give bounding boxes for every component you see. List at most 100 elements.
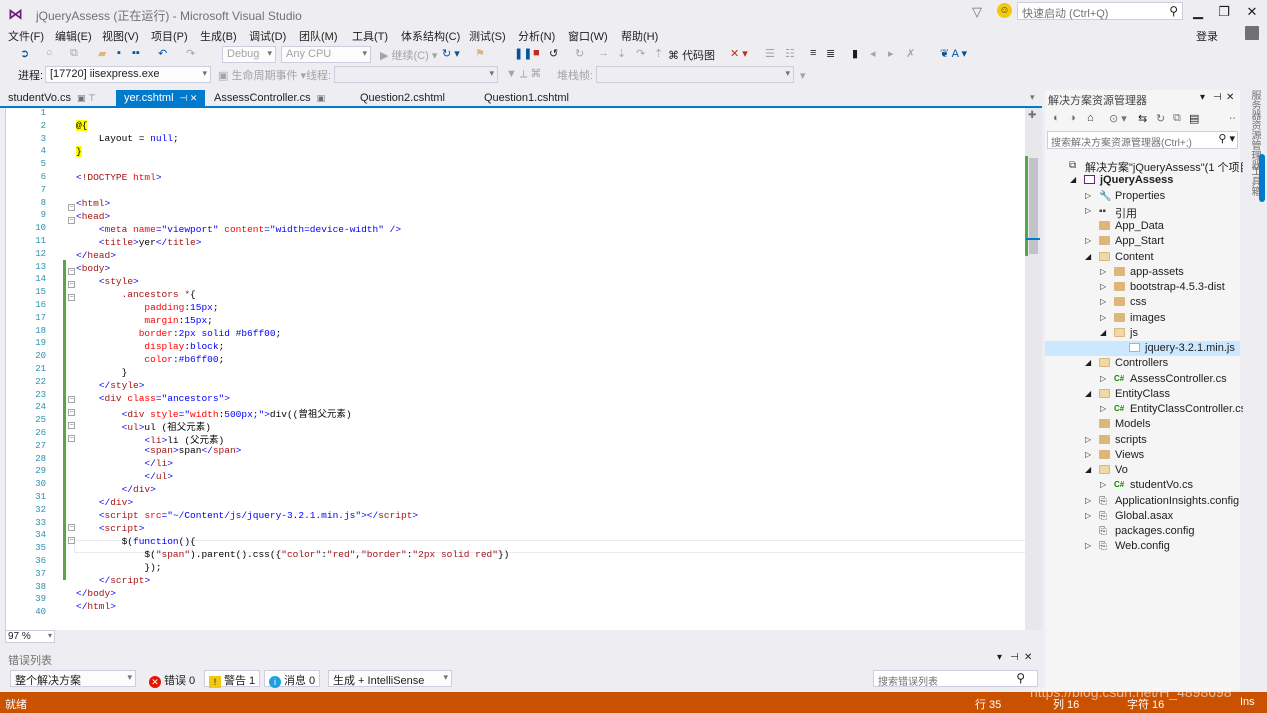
lifecycle-events-button[interactable]: ▣ 生命周期事件 ▾: [218, 67, 306, 83]
collapsed-arrow-icon[interactable]: ▷: [1100, 404, 1106, 413]
back-icon[interactable]: ◐: [1053, 112, 1060, 124]
collapse-all-icon[interactable]: ⧉: [1173, 112, 1181, 125]
pending-changes-icon[interactable]: ⊙ ▾: [1109, 112, 1127, 125]
next-bookmark-icon[interactable]: ▸: [888, 47, 894, 60]
solution-configuration-dropdown[interactable]: Debug: [222, 46, 276, 63]
tab-yer-cshtml[interactable]: yer.cshtml ⊣ ✕: [116, 90, 206, 107]
undo-icon[interactable]: ↶: [158, 47, 167, 60]
expanded-arrow-icon[interactable]: ◢: [1070, 175, 1076, 184]
process-dropdown[interactable]: [17720] iisexpress.exe: [45, 66, 211, 83]
tree-item[interactable]: ▷ ⎘ Global.asax: [1045, 509, 1240, 524]
quick-launch-input[interactable]: 快速启动 (Ctrl+Q) ⚲: [1017, 2, 1183, 20]
collapsed-arrow-icon[interactable]: ▷: [1085, 236, 1091, 245]
collapsed-arrow-icon[interactable]: ▷: [1085, 496, 1091, 505]
bookmark-icon[interactable]: ▮: [852, 47, 858, 60]
tree-item[interactable]: ▷ 🔧 Properties: [1045, 189, 1240, 204]
fold-toggle-icon[interactable]: −: [68, 524, 75, 531]
sign-in-link[interactable]: 登录: [1196, 28, 1218, 44]
user-avatar-icon[interactable]: [1245, 26, 1259, 40]
open-file-icon[interactable]: ▰: [98, 47, 106, 60]
tree-item[interactable]: ▷ C# AssessController.cs: [1045, 372, 1240, 387]
more-icon[interactable]: ⋅⋅: [1229, 112, 1236, 125]
tree-item[interactable]: ◢ js: [1045, 326, 1240, 341]
panel-options-icon[interactable]: ▾: [997, 652, 1002, 663]
sync-icon[interactable]: ⇆: [1138, 112, 1147, 125]
collapsed-arrow-icon[interactable]: ▷: [1100, 297, 1106, 306]
menu-build[interactable]: 生成(B): [200, 28, 237, 44]
forward-icon[interactable]: ◑: [1069, 112, 1076, 124]
collapsed-arrow-icon[interactable]: ▷: [1085, 191, 1091, 200]
fold-toggle-icon[interactable]: −: [68, 294, 75, 301]
flag-thread-icon[interactable]: ▼ ⟂ ⌘: [506, 67, 541, 81]
tree-item[interactable]: ▷ css: [1045, 295, 1240, 310]
menu-team[interactable]: 团队(M): [299, 28, 338, 44]
fold-toggle-icon[interactable]: −: [68, 537, 75, 544]
tree-item[interactable]: ▷ Views: [1045, 448, 1240, 463]
solution-search-input[interactable]: 搜索解决方案资源管理器(Ctrl+;) ⚲ ▾: [1047, 131, 1238, 149]
collapsed-arrow-icon[interactable]: ▷: [1100, 282, 1106, 291]
fold-toggle-icon[interactable]: −: [68, 268, 75, 275]
spell-check-icon[interactable]: ❦ A ▾: [940, 47, 967, 60]
editor-vertical-scrollbar[interactable]: ✚: [1025, 108, 1042, 630]
tree-item[interactable]: ⧉ 解决方案"jQueryAssess"(1 个项目): [1045, 158, 1254, 174]
expanded-arrow-icon[interactable]: ◢: [1100, 328, 1106, 337]
menu-test[interactable]: 测试(S): [469, 28, 506, 44]
panel-options-icon[interactable]: ▾: [1200, 92, 1205, 103]
expanded-arrow-icon[interactable]: ◢: [1085, 389, 1091, 398]
tree-item[interactable]: ▷ bootstrap-4.5.3-dist: [1045, 280, 1240, 295]
code-editor[interactable]: 1 2 3 4 5 6 7 8 9 10 11 12 13 14 15 16 17 18 19 20 21 22 23 24 2…: [5, 108, 1042, 630]
collapsed-arrow-icon[interactable]: ▷: [1100, 267, 1106, 276]
fold-toggle-icon[interactable]: −: [68, 396, 75, 403]
tree-item[interactable]: Models: [1045, 417, 1240, 432]
expanded-arrow-icon[interactable]: ◢: [1085, 252, 1091, 261]
tree-item[interactable]: ▷ app-assets: [1045, 265, 1240, 280]
prev-bookmark-icon[interactable]: ◂: [870, 47, 876, 60]
code-map-button[interactable]: ⌘ 代码图: [668, 47, 715, 63]
uncomment-icon[interactable]: ☷: [785, 47, 795, 60]
menu-file[interactable]: 文件(F): [8, 28, 44, 44]
tree-item[interactable]: ▷ ⎘ Web.config: [1045, 539, 1240, 554]
comment-icon[interactable]: ☰: [765, 47, 775, 60]
error-scope-dropdown[interactable]: 整个解决方案: [10, 670, 136, 687]
breakpoints-icon[interactable]: ✕ ▾: [730, 47, 748, 60]
menu-analyze[interactable]: 分析(N): [518, 28, 555, 44]
warnings-filter-button[interactable]: ! 警告 1: [204, 670, 261, 688]
fold-toggle-icon[interactable]: −: [68, 435, 75, 442]
refresh-icon[interactable]: ↻: [1156, 112, 1165, 125]
tree-item[interactable]: ◢ Controllers: [1045, 356, 1240, 371]
restore-button[interactable]: ❐: [1212, 2, 1236, 22]
tree-item[interactable]: ▷ ⎘ ApplicationInsights.config: [1045, 494, 1240, 509]
menu-project[interactable]: 项目(P): [151, 28, 188, 44]
pin-icon[interactable]: ⊣: [1010, 652, 1019, 663]
tree-item[interactable]: ⎘ packages.config: [1045, 524, 1240, 539]
fold-toggle-icon[interactable]: −: [68, 217, 75, 224]
show-all-files-icon[interactable]: ▤: [1189, 112, 1199, 125]
thread-dropdown[interactable]: [334, 66, 498, 83]
continue-button[interactable]: ▶ 继续(C) ▾: [380, 47, 437, 63]
save-all-icon[interactable]: ▪▪: [132, 47, 140, 59]
zoom-dropdown[interactable]: 97 %: [5, 630, 55, 643]
tab-question2[interactable]: Question2.cshtml: [352, 90, 453, 107]
feedback-smile-icon[interactable]: ☺: [997, 3, 1012, 18]
save-icon[interactable]: ▪: [117, 47, 121, 59]
step-back-icon[interactable]: ⇡: [654, 47, 663, 60]
collapsed-arrow-icon[interactable]: ▷: [1100, 374, 1106, 383]
split-window-icon[interactable]: ✚: [1028, 110, 1036, 121]
collapsed-arrow-icon[interactable]: ▷: [1085, 450, 1091, 459]
stop-icon[interactable]: ■: [533, 47, 540, 59]
close-panel-icon[interactable]: ✕: [1226, 92, 1234, 103]
format-icon[interactable]: ≣: [826, 47, 835, 60]
menu-tools[interactable]: 工具(T): [352, 28, 388, 44]
pin-icon[interactable]: ⊣ ✕: [180, 93, 198, 103]
menu-help[interactable]: 帮助(H): [621, 28, 658, 44]
errors-filter-button[interactable]: ✕ 错误 0: [144, 670, 200, 688]
error-search-input[interactable]: 搜索错误列表 ⚲: [873, 670, 1038, 688]
redo-icon[interactable]: ↷: [186, 47, 195, 60]
tree-item[interactable]: ◢ jQueryAssess: [1045, 173, 1240, 188]
restart-icon[interactable]: ↺: [549, 47, 558, 60]
tree-item[interactable]: ◢ EntityClass: [1045, 387, 1240, 402]
pause-icon[interactable]: ❚❚: [514, 47, 532, 60]
show-next-statement-icon[interactable]: ↻: [575, 47, 584, 60]
menu-window[interactable]: 窗口(W): [568, 28, 608, 44]
collapsed-arrow-icon[interactable]: ▷: [1100, 313, 1106, 322]
